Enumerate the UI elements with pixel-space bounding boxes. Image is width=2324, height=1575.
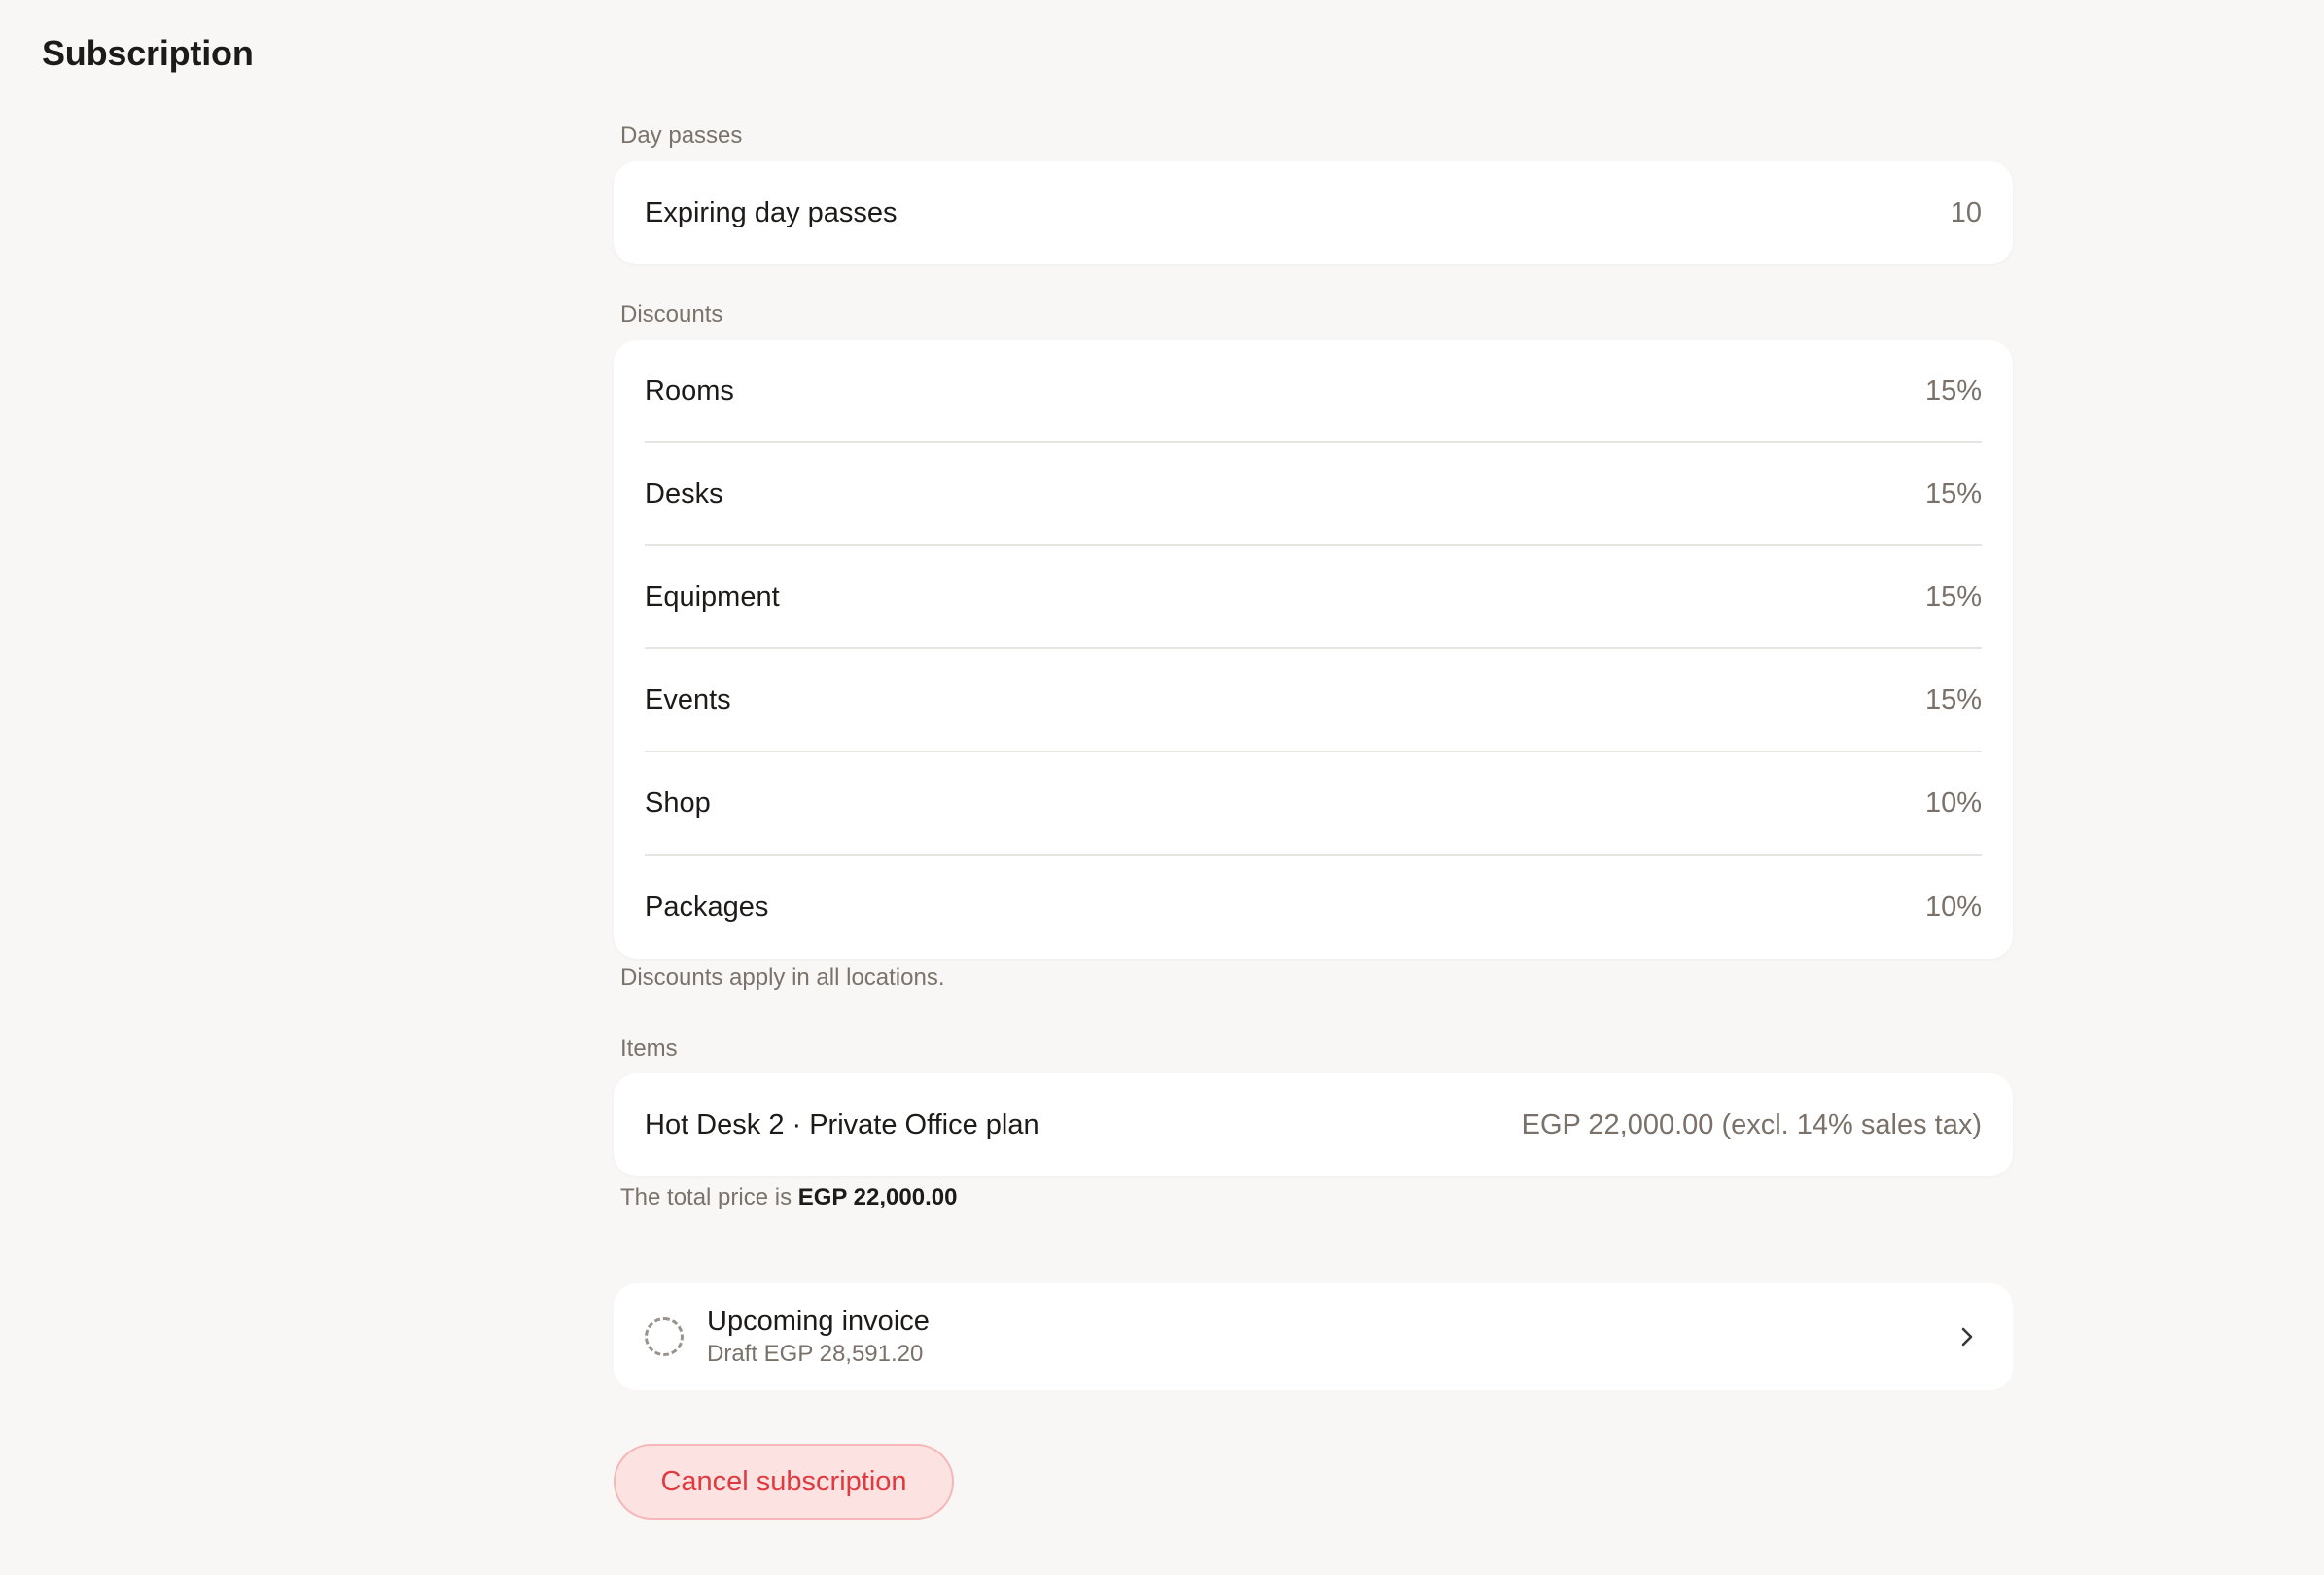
invoice-subtitle: Draft EGP 28,591.20: [707, 1341, 924, 1367]
discount-row-events: Events 15%: [645, 649, 1982, 752]
page-title: Subscription: [42, 33, 254, 73]
discount-label: Desks: [645, 477, 723, 509]
day-passes-card: Expiring day passes 10: [614, 161, 2013, 264]
discount-label: Shop: [645, 787, 711, 819]
discount-value: 15%: [1924, 683, 1982, 716]
discount-value: 10%: [1924, 891, 1982, 923]
discount-value: 15%: [1924, 374, 1982, 406]
expiring-day-passes-value: 10: [1950, 196, 1982, 228]
discount-value: 15%: [1924, 477, 1982, 509]
expiring-day-passes-label: Expiring day passes: [645, 196, 898, 228]
dashed-circle-icon: [645, 1317, 684, 1356]
chevron-right-icon: [1953, 1322, 1982, 1351]
cancel-subscription-button[interactable]: Cancel subscription: [614, 1444, 954, 1520]
discount-value: 15%: [1924, 580, 1982, 612]
discount-label: Rooms: [645, 374, 734, 406]
discount-row-rooms: Rooms 15%: [645, 340, 1982, 443]
discounts-section-label: Discounts: [620, 301, 723, 328]
discount-label: Packages: [645, 891, 769, 923]
total-price-prefix: The total price is: [620, 1184, 792, 1210]
discount-row-desks: Desks 15%: [645, 443, 1982, 546]
discount-label: Events: [645, 683, 731, 716]
discount-label: Equipment: [645, 580, 780, 612]
total-price-note: The total price is EGP 22,000.00: [620, 1184, 957, 1211]
plan-row: Hot Desk 2 · Private Office plan EGP 22,…: [645, 1073, 1982, 1176]
upcoming-invoice-card[interactable]: Upcoming invoice Draft EGP 28,591.20: [614, 1283, 2013, 1390]
discount-row-packages: Packages 10%: [645, 856, 1982, 959]
invoice-text: Upcoming invoice Draft EGP 28,591.20: [707, 1304, 1953, 1370]
plan-price: EGP 22,000.00 (excl. 14% sales tax): [1521, 1108, 1982, 1140]
invoice-title: Upcoming invoice: [707, 1306, 930, 1337]
items-section-label: Items: [620, 1035, 678, 1062]
discount-value: 10%: [1924, 787, 1982, 819]
discount-row-shop: Shop 10%: [645, 752, 1982, 856]
discounts-card: Rooms 15% Desks 15% Equipment 15% Events…: [614, 340, 2013, 959]
total-price-value: EGP 22,000.00: [797, 1184, 958, 1210]
discount-row-equipment: Equipment 15%: [645, 546, 1982, 649]
discounts-note: Discounts apply in all locations.: [620, 964, 945, 991]
plan-name: Hot Desk 2 · Private Office plan: [645, 1108, 1039, 1140]
items-card: Hot Desk 2 · Private Office plan EGP 22,…: [614, 1073, 2013, 1176]
list-item: Expiring day passes 10: [645, 161, 1982, 264]
day-passes-section-label: Day passes: [620, 122, 743, 149]
